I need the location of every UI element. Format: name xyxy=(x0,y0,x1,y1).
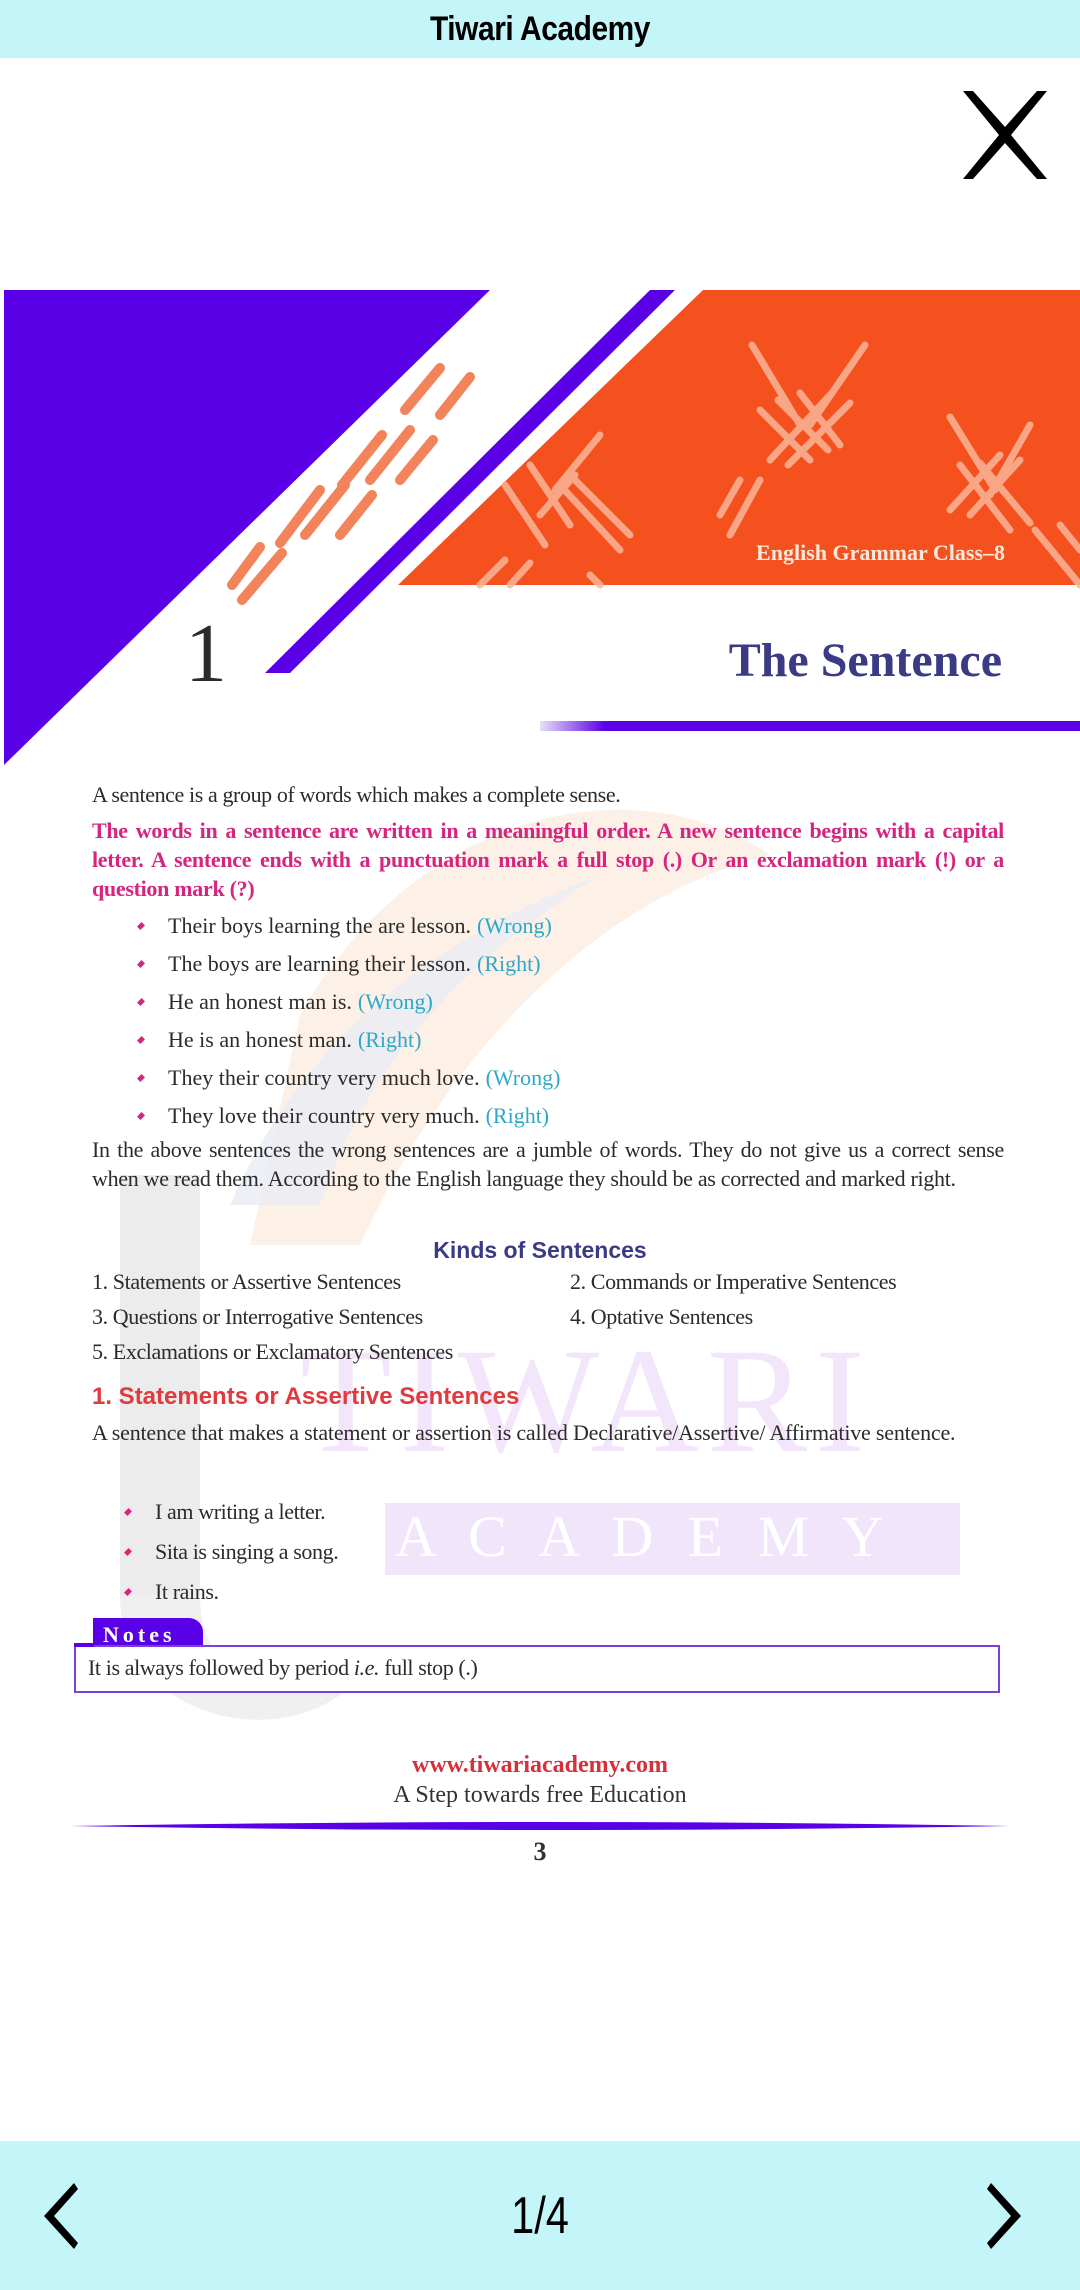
notes-text: It is always followed by period xyxy=(88,1655,354,1680)
rule-paragraph: The words in a sentence are written in a… xyxy=(92,818,1004,901)
notes-label: Notes xyxy=(93,1618,203,1646)
kinds-heading: Kinds of Sentences xyxy=(433,1237,647,1263)
example-text: The boys are learning their lesson. xyxy=(168,951,472,976)
diamond-bullet-icon xyxy=(137,998,145,1006)
chevron-left-icon xyxy=(44,2183,78,2249)
notes-text-italic: i.e. xyxy=(353,1655,380,1680)
example-list: Their boys learning the are lesson. (Wron… xyxy=(137,907,561,1135)
watermark-academy-band xyxy=(385,1503,960,1575)
diamond-bullet-icon xyxy=(137,960,145,968)
list-item: Their boys learning the are lesson. (Wron… xyxy=(137,907,560,945)
list-item: It rains. xyxy=(124,1572,338,1612)
example-tag: (Wrong) xyxy=(357,989,433,1014)
notes-box: It is always followed by period i.e. ful… xyxy=(74,1643,1000,1693)
example-tag: (Right) xyxy=(477,951,541,976)
top-bar: Tiwari Academy xyxy=(0,0,1080,58)
diamond-bullet-icon xyxy=(137,1074,145,1082)
example-tag: (Right) xyxy=(357,1027,422,1052)
footer-url: www.tiwariacademy.com xyxy=(412,1752,668,1778)
list-item: The boys are learning their lesson. (Righ… xyxy=(137,945,560,983)
chapter-number: 1 xyxy=(185,607,227,700)
diamond-bullet-icon xyxy=(124,1548,132,1556)
intro-paragraph: A sentence is a group of words which mak… xyxy=(92,782,621,807)
kinds-list: 1. Statements or Assertive Sentences 2. … xyxy=(92,1269,1012,1368)
footer-rule xyxy=(70,1822,1010,1830)
explanation-paragraph: In the above sentences the wrong sentenc… xyxy=(92,1137,1004,1191)
notes-text-end: full stop (.) xyxy=(379,1655,478,1680)
example-text: Their boys learning the are lesson. xyxy=(168,913,472,938)
footer-tagline: A Step towards free Education xyxy=(393,1782,687,1808)
next-page-button[interactable] xyxy=(975,2181,1035,2251)
list-item: Sita is singing a song. xyxy=(124,1532,339,1572)
document-page: TIWARI A C A D E M Y English Grammar Cla… xyxy=(0,285,1080,1885)
list-item: They their country very much love. (Wrong… xyxy=(137,1059,561,1097)
kinds-item: 2. Commands or Imperative Sentences xyxy=(570,1269,897,1294)
definition-paragraph: A sentence that makes a statement or ass… xyxy=(92,1420,956,1445)
example-text: I am writing a letter. xyxy=(155,1499,326,1524)
close-icon xyxy=(963,91,1047,179)
example-text: Sita is singing a song. xyxy=(155,1539,339,1564)
title-underline xyxy=(540,721,1080,731)
watermark-academy: A C A D E M Y xyxy=(395,1504,894,1569)
list-item: They love their country very much. (Right… xyxy=(137,1097,560,1135)
example-text: It rains. xyxy=(155,1579,219,1604)
kinds-item: 1. Statements or Assertive Sentences xyxy=(92,1269,401,1294)
kinds-item: 3. Questions or Interrogative Sentences xyxy=(92,1304,423,1329)
kinds-item: 4. Optative Sentences xyxy=(570,1304,753,1329)
diamond-bullet-icon xyxy=(124,1588,132,1596)
list-item: I am writing a letter. xyxy=(124,1492,338,1532)
example-tag: (Wrong) xyxy=(485,1065,561,1090)
chapter-title: The Sentence xyxy=(728,634,1002,687)
example-text: They love their country very much. xyxy=(168,1103,480,1128)
diamond-bullet-icon xyxy=(137,1036,145,1044)
example-tag: (Wrong) xyxy=(477,913,552,938)
diamond-bullet-icon xyxy=(137,922,145,930)
chevron-right-icon xyxy=(987,2183,1021,2249)
kinds-item: 5. Exclamations or Exclamatory Sentences xyxy=(92,1339,453,1364)
chapter-banner xyxy=(4,290,1080,765)
document-page-number: 3 xyxy=(533,1837,547,1866)
previous-page-button[interactable] xyxy=(30,2181,90,2251)
section-example-list: I am writing a letter. Sita is singing a… xyxy=(124,1492,339,1612)
example-text: They their country very much love. xyxy=(168,1065,480,1090)
page-indicator: 1/4 xyxy=(511,2187,569,2245)
app-title: Tiwari Academy xyxy=(429,9,650,48)
example-text: He an honest man is. xyxy=(168,989,352,1014)
bottom-nav-bar: 1/4 xyxy=(0,2141,1080,2290)
section-heading: 1. Statements or Assertive Sentences xyxy=(92,1383,520,1410)
diamond-bullet-icon xyxy=(137,1112,145,1120)
close-button[interactable] xyxy=(955,85,1055,185)
example-tag: (Right) xyxy=(485,1103,550,1128)
banner-subtitle: English Grammar Class–8 xyxy=(756,540,1005,565)
list-item: He is an honest man. (Right) xyxy=(137,1021,560,1059)
diamond-bullet-icon xyxy=(124,1508,132,1516)
list-item: He an honest man is. (Wrong) xyxy=(137,983,560,1021)
example-text: He is an honest man. xyxy=(168,1027,352,1052)
